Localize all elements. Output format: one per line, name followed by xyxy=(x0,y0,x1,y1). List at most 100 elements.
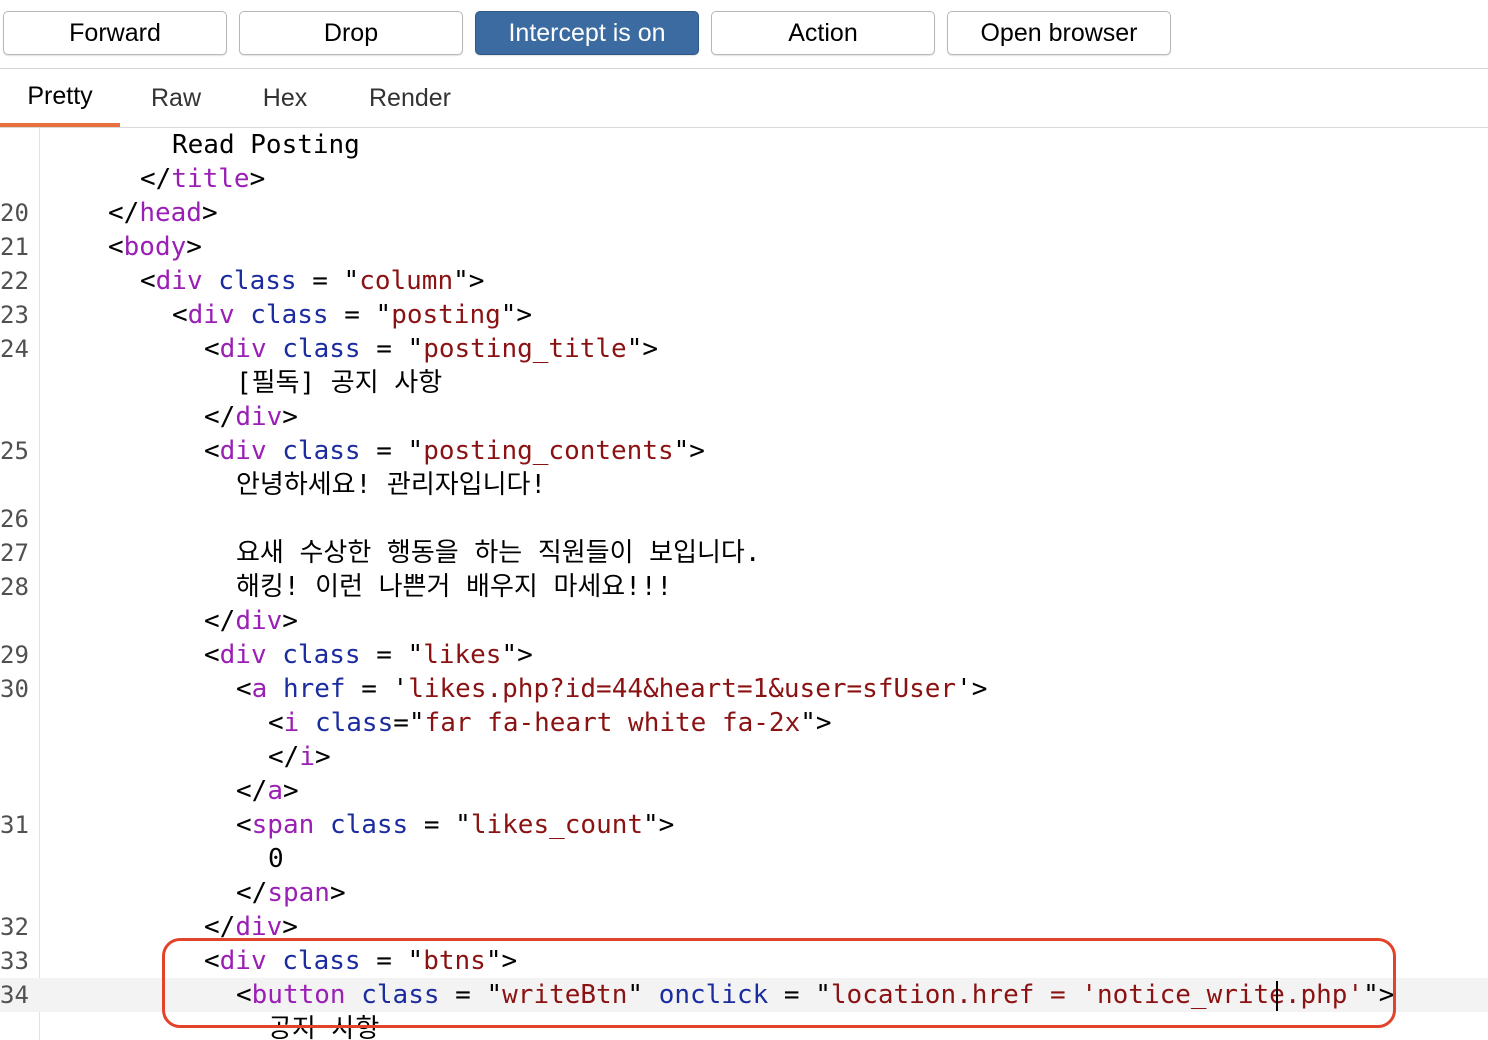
code-token: </ xyxy=(268,742,300,772)
code-token: class xyxy=(218,266,297,296)
code-token: Read Posting xyxy=(172,130,360,160)
code-text: </title> xyxy=(140,162,265,196)
code-text: <div class = "column"> xyxy=(140,264,484,298)
line-number: 27 xyxy=(0,539,29,567)
message-editor[interactable]: Read Posting </title> 20 </head> 21 <body> 22 <… xyxy=(0,128,1488,1040)
code-token: = " xyxy=(296,266,360,296)
code-token: far fa-heart white fa-2x xyxy=(424,708,801,738)
code-token: </ xyxy=(204,912,236,942)
code-token: = " xyxy=(439,980,503,1010)
code-token: column xyxy=(359,266,454,296)
code-token: 0 xyxy=(268,844,284,874)
code-token: = " xyxy=(360,640,424,670)
code-line: 안녕하세요! 관리자입니다! xyxy=(0,468,1488,502)
open-browser-button[interactable]: Open browser xyxy=(947,11,1171,55)
code-token: class xyxy=(282,946,361,976)
code-token: </ xyxy=(204,402,236,432)
code-token: < xyxy=(108,232,124,262)
forward-button[interactable]: Forward xyxy=(3,11,227,55)
code-line: </i> xyxy=(0,740,1488,774)
code-token: < xyxy=(204,640,220,670)
code-token: > xyxy=(201,198,218,228)
code-token: head xyxy=(139,198,202,228)
code-line: 26 xyxy=(0,502,1488,536)
code-token: "> xyxy=(1363,980,1395,1010)
code-line: 23 <div class = "posting"> xyxy=(0,298,1488,332)
code-text: <div class = "posting_title"> xyxy=(204,332,658,366)
code-token: body xyxy=(123,232,187,262)
code-text: 안녕하세요! 관리자입니다! xyxy=(236,468,546,502)
code-token: likes xyxy=(423,640,502,670)
code-token: > xyxy=(282,606,298,636)
code-token: =" xyxy=(393,708,425,738)
code-line: </a> xyxy=(0,774,1488,808)
code-text: <div class = "likes"> xyxy=(204,638,533,672)
code-token: i xyxy=(299,742,315,772)
code-token: "> xyxy=(800,708,832,738)
tab-render[interactable]: Render xyxy=(354,69,466,127)
code-token: 안녕하세요! 관리자입니다! xyxy=(236,470,547,500)
code-token: likes.php?id=44&heart=1&user=sfUser xyxy=(408,674,957,704)
code-token: class xyxy=(329,810,409,840)
line-number: 24 xyxy=(0,335,29,363)
code-text: 공지 사항 xyxy=(268,1012,379,1040)
code-token: title xyxy=(171,164,250,194)
code-token: div xyxy=(235,606,283,636)
code-token: div xyxy=(219,334,267,364)
code-token: div xyxy=(155,266,203,296)
code-token: button xyxy=(251,980,346,1010)
code-token: < xyxy=(236,674,252,704)
code-line: 31 <span class = "likes_count"> xyxy=(0,808,1488,842)
code-token: "> xyxy=(643,810,675,840)
code-token: < xyxy=(140,266,156,296)
code-token: 요새 수상한 행동을 하는 직원들이 보입니다. xyxy=(236,538,761,568)
code-token: i xyxy=(283,708,300,738)
code-line: 29 <div class = "likes"> xyxy=(0,638,1488,672)
code-token: "> xyxy=(501,640,533,670)
code-token: "> xyxy=(453,266,485,296)
code-token: location.href = 'notice_write.php' xyxy=(830,980,1364,1010)
code-token: class xyxy=(282,640,361,670)
code-token: class xyxy=(250,300,329,330)
line-number: 30 xyxy=(0,675,29,703)
code-token: div xyxy=(219,946,267,976)
code-token: </ xyxy=(236,776,268,806)
code-token: > xyxy=(282,776,299,806)
code-line: 22 <div class = "column"> xyxy=(0,264,1488,298)
drop-button[interactable]: Drop xyxy=(239,11,463,55)
code-token: " xyxy=(627,980,659,1010)
code-token: > xyxy=(314,742,331,772)
code-line: 28 해킹! 이런 나쁜거 배우지 마세요!!! xyxy=(0,570,1488,604)
code-token: 공지 사항 xyxy=(268,1014,380,1040)
line-number: 22 xyxy=(0,267,29,295)
action-button[interactable]: Action xyxy=(711,11,935,55)
code-token: class xyxy=(361,980,440,1010)
code-token: class xyxy=(282,436,361,466)
line-number: 26 xyxy=(0,505,29,533)
code-token: div xyxy=(187,300,235,330)
code-line: 0 xyxy=(0,842,1488,876)
code-token: > xyxy=(186,232,202,262)
code-token: div xyxy=(235,402,283,432)
code-text: </a> xyxy=(236,774,299,808)
code-text: <a href = 'likes.php?id=44&heart=1&user=… xyxy=(236,672,987,706)
tab-hex[interactable]: Hex xyxy=(244,69,326,127)
tab-raw[interactable]: Raw xyxy=(132,69,220,127)
code-token: </ xyxy=(140,164,172,194)
code-token: btns xyxy=(423,946,486,976)
code-token: > xyxy=(329,878,346,908)
code-token: < xyxy=(236,810,252,840)
code-token: div xyxy=(219,436,267,466)
code-line: </span> xyxy=(0,876,1488,910)
code-text: 요새 수상한 행동을 하는 직원들이 보입니다. xyxy=(236,536,760,570)
code-token: "> xyxy=(485,946,518,976)
code-token: 해킹! 이런 나쁜거 배우지 마세요!!! xyxy=(236,572,673,602)
code-token: </ xyxy=(204,606,236,636)
line-number: 32 xyxy=(0,913,29,941)
code-token: < xyxy=(204,334,220,364)
tab-pretty[interactable]: Pretty xyxy=(0,69,120,127)
intercept-toggle-button[interactable]: Intercept is on xyxy=(475,11,699,55)
